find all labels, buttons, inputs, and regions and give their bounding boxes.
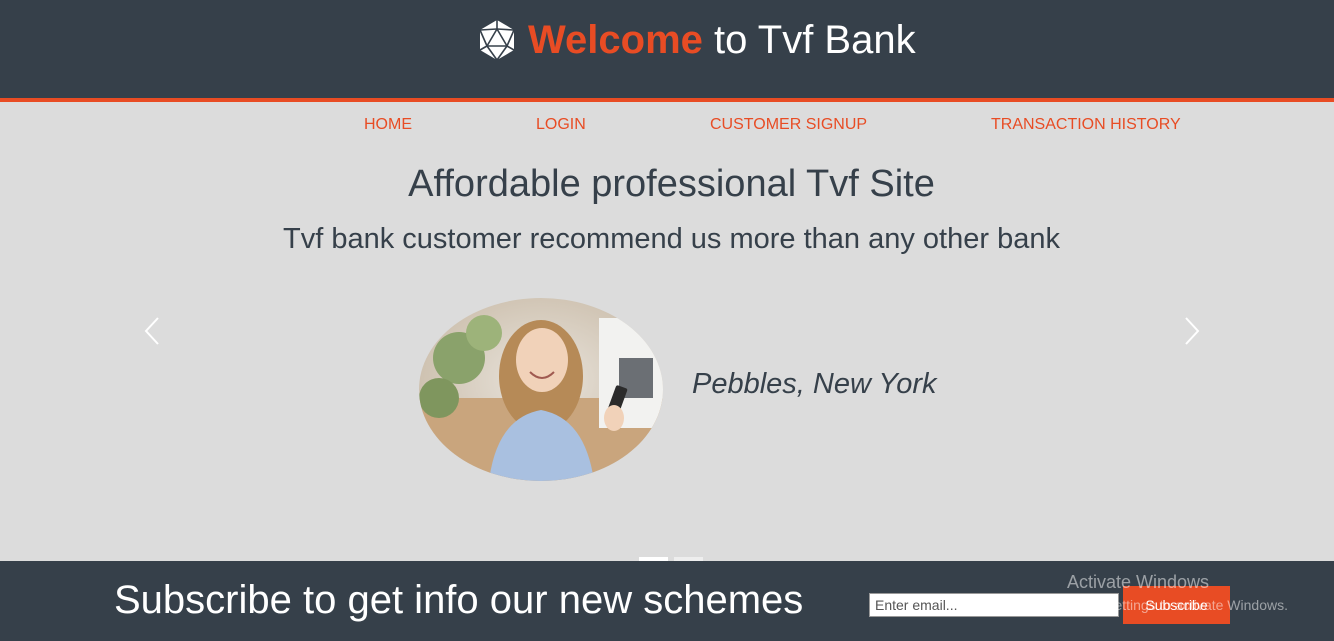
chevron-right-icon[interactable]	[1182, 316, 1202, 346]
hero-subtitle: Tvf bank customer recommend us more than…	[283, 223, 1060, 255]
nav-customer-signup-link[interactable]: CUSTOMER SIGNUP	[710, 116, 867, 134]
main-nav: HOME LOGIN CUSTOMER SIGNUP TRANSACTION H…	[0, 116, 1334, 136]
subscribe-title: Subscribe to get info our new schemes	[114, 578, 804, 622]
site-title-welcome: Welcome	[528, 17, 703, 62]
activate-windows-subtitle: Go to Settings to activate Windows.	[1067, 597, 1288, 613]
hero-title: Affordable professional Tvf Site	[408, 163, 935, 205]
chevron-left-icon[interactable]	[142, 316, 162, 346]
nav-transaction-history-link[interactable]: TRANSACTION HISTORY	[991, 116, 1181, 134]
testimonial-location: Pebbles, New York	[692, 368, 937, 400]
site-title: Welcome to Tvf Bank	[528, 18, 916, 63]
activate-windows-title: Activate Windows	[1067, 572, 1210, 592]
brand[interactable]: Welcome to Tvf Bank	[476, 14, 916, 66]
nav-home-link[interactable]: HOME	[364, 116, 412, 134]
nav-login-link[interactable]: LOGIN	[536, 116, 586, 134]
icosahedron-logo-icon	[479, 20, 515, 61]
customer-photo	[419, 298, 663, 481]
site-title-rest: to Tvf Bank	[702, 17, 916, 62]
site-header: Welcome to Tvf Bank	[0, 0, 1334, 102]
